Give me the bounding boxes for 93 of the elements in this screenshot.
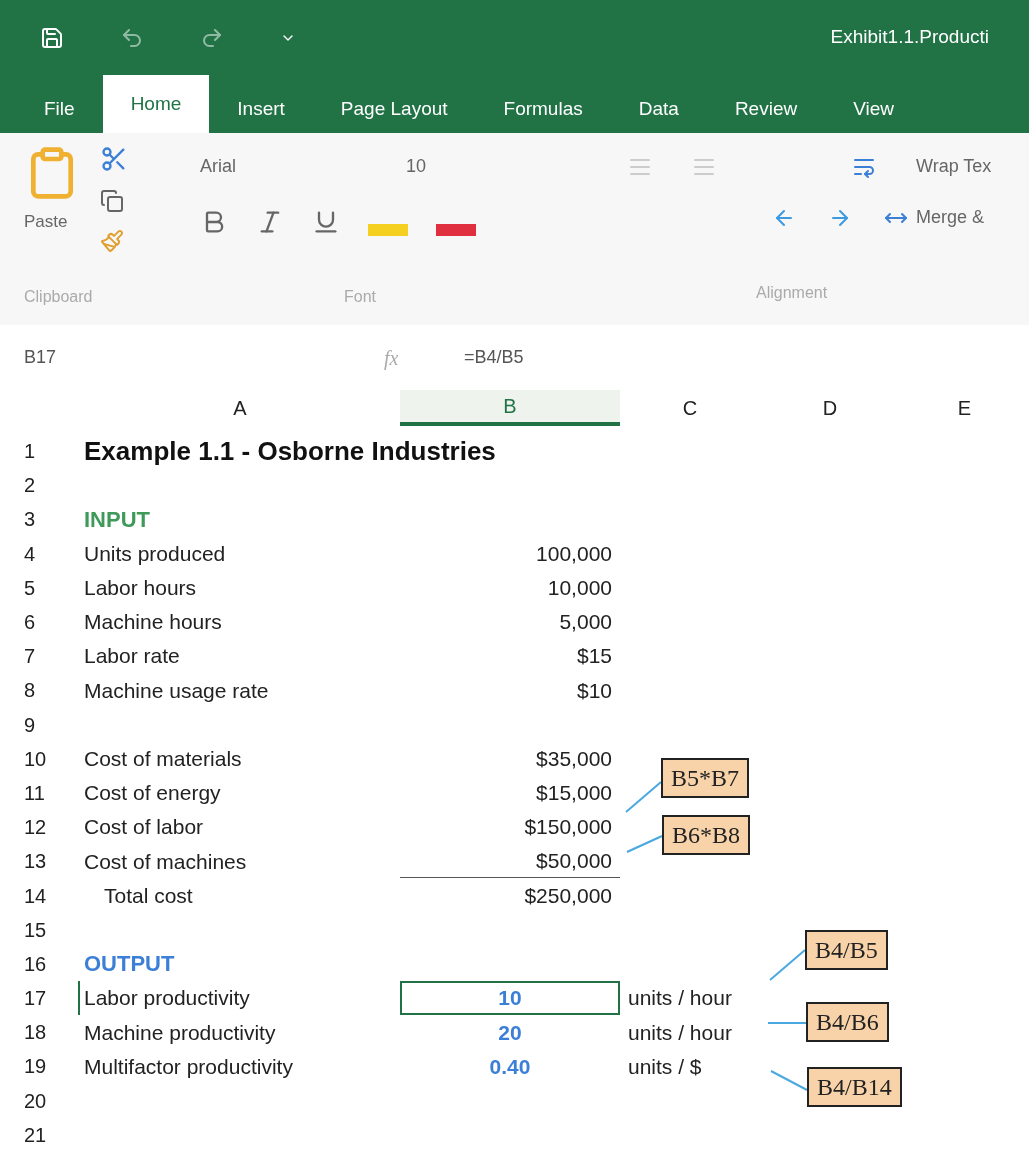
table-cell-text: 20 bbox=[497, 1019, 523, 1046]
table-cell-text: 100,000 bbox=[535, 540, 613, 567]
row-number: 3 bbox=[23, 507, 37, 533]
leader-line bbox=[770, 1070, 808, 1091]
font-color-icon[interactable] bbox=[436, 224, 476, 236]
formula-callout: B4/B5 bbox=[805, 930, 888, 970]
row-number: 15 bbox=[23, 917, 48, 943]
table-cell-text: OUTPUT bbox=[84, 950, 175, 979]
column-header[interactable]: E bbox=[900, 390, 1029, 426]
ribbon-tab[interactable]: Page Layout bbox=[312, 85, 476, 133]
row-number: 6 bbox=[23, 610, 37, 636]
ribbon-tab[interactable]: Review bbox=[706, 85, 826, 133]
leader-line bbox=[769, 949, 806, 981]
window-title: Exhibit1.1.Producti bbox=[830, 25, 989, 50]
font-size-field[interactable]: 10 bbox=[406, 153, 476, 180]
table-cell-text: $10 bbox=[575, 677, 613, 704]
table-cell-text: 10,000 bbox=[546, 575, 613, 602]
table-cell-text: $15 bbox=[575, 643, 613, 670]
table-cell: $50,000 bbox=[400, 844, 620, 879]
table-cell-text: units / $ bbox=[628, 1053, 702, 1080]
row-number: 2 bbox=[23, 473, 37, 499]
table-cell-text: Multifactor productivity bbox=[84, 1053, 293, 1080]
table-cell-text: units / hour bbox=[628, 1019, 732, 1046]
table-cell-text: Cost of energy bbox=[84, 780, 221, 807]
row-number: 10 bbox=[23, 746, 48, 772]
row-number: 7 bbox=[23, 644, 37, 670]
ribbon-tab[interactable]: Data bbox=[610, 85, 707, 133]
table-cell-text: Labor rate bbox=[84, 643, 180, 670]
formula-field[interactable]: =B4/B5 bbox=[464, 344, 524, 371]
table-cell-text: 5,000 bbox=[558, 609, 613, 636]
table-cell-text: Total cost bbox=[103, 882, 193, 909]
name-box[interactable]: B17 bbox=[24, 344, 384, 371]
table-cell-text: $15,000 bbox=[535, 780, 613, 807]
row-number: 4 bbox=[23, 541, 37, 567]
group-label: Clipboard bbox=[24, 287, 94, 307]
row-number: 11 bbox=[23, 780, 46, 806]
group-label: Font bbox=[344, 287, 377, 307]
table-cell-text: Machine hours bbox=[84, 609, 222, 636]
font-name-field[interactable]: Arial bbox=[200, 153, 390, 180]
table-cell-text: Cost of materials bbox=[84, 746, 242, 773]
ribbon-tab[interactable]: File bbox=[16, 85, 103, 133]
table-cell-text: Cost of labor bbox=[84, 814, 204, 841]
row-number: 1 bbox=[23, 439, 37, 465]
formula-callout: B6*B8 bbox=[662, 815, 750, 855]
format-painter-icon[interactable] bbox=[100, 229, 124, 253]
table-cell-text: $150,000 bbox=[523, 814, 613, 841]
table-cell-text: units / hour bbox=[628, 985, 732, 1012]
row-number: 12 bbox=[23, 815, 48, 841]
ribbon-tab[interactable]: Insert bbox=[209, 85, 313, 133]
row-number: 17 bbox=[0, 981, 80, 1016]
ribbon-tab[interactable]: Home bbox=[102, 75, 210, 133]
row-number: 16 bbox=[23, 951, 48, 977]
table-cell: 10 bbox=[400, 981, 620, 1016]
row-number: 14 bbox=[23, 883, 48, 909]
table-cell-text: Labor hours bbox=[84, 575, 197, 602]
row-number: 8 bbox=[23, 678, 37, 704]
table-cell-text: INPUT bbox=[84, 505, 150, 534]
copy-icon[interactable] bbox=[100, 189, 124, 213]
column-header[interactable]: C bbox=[620, 390, 760, 426]
table-cell-text: Machine productivity bbox=[84, 1019, 276, 1046]
table-cell-text: Machine usage rate bbox=[84, 677, 269, 704]
formula-callout: B4/B14 bbox=[807, 1067, 902, 1107]
group-label: Alignment bbox=[756, 283, 829, 303]
table-cell-text: Cost of machines bbox=[84, 848, 247, 875]
fx-icon: fx bbox=[384, 342, 464, 373]
fill-color-icon[interactable] bbox=[368, 224, 408, 236]
row-number: 13 bbox=[23, 849, 48, 875]
table-cell-text: Labor productivity bbox=[84, 985, 250, 1012]
table-cell-text: $35,000 bbox=[535, 746, 613, 773]
table-cell-text: $250,000 bbox=[523, 882, 613, 909]
table-cell-text: Units produced bbox=[84, 540, 226, 567]
wrap-text-button[interactable]: Wrap Tex bbox=[916, 153, 992, 180]
formula-callout: B4/B6 bbox=[806, 1002, 889, 1042]
row-number: 21 bbox=[23, 1122, 48, 1148]
ribbon-tab[interactable]: View bbox=[825, 85, 923, 133]
merge-button[interactable]: Merge & bbox=[916, 204, 985, 231]
row-number: 20 bbox=[23, 1088, 48, 1114]
table-cell-text: 0.40 bbox=[488, 1053, 532, 1080]
column-header[interactable]: A bbox=[80, 390, 400, 426]
save-icon[interactable] bbox=[40, 25, 64, 50]
column-header[interactable]: B bbox=[400, 390, 620, 426]
row-number: 18 bbox=[23, 1020, 48, 1046]
row-number: 9 bbox=[23, 712, 37, 738]
leader-line bbox=[625, 781, 662, 813]
paste-label[interactable]: Paste bbox=[24, 209, 68, 235]
column-header[interactable]: D bbox=[760, 390, 900, 426]
ribbon-tab[interactable]: Formulas bbox=[475, 85, 611, 133]
row-number: 19 bbox=[23, 1054, 48, 1080]
row-number: 5 bbox=[23, 575, 37, 601]
formula-callout: B5*B7 bbox=[661, 758, 749, 798]
leader-line bbox=[767, 1022, 807, 1024]
leader-line bbox=[626, 835, 663, 853]
table-cell-text: Example 1.1 - Osborne Industries bbox=[84, 434, 496, 468]
